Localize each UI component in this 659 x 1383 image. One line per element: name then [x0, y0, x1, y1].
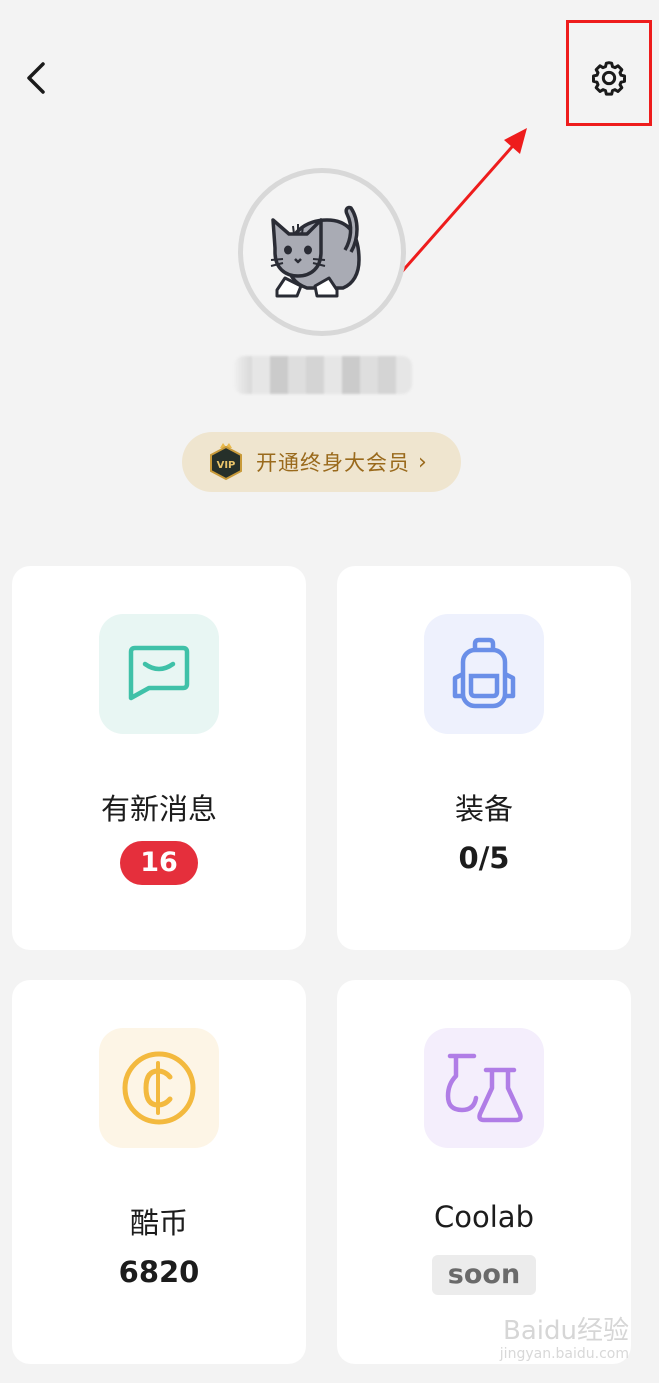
coin-icon	[122, 1051, 196, 1125]
backpack-icon-bg	[424, 614, 544, 734]
equipment-count: 0/5	[458, 841, 510, 875]
vip-badge-icon: VIP	[208, 442, 244, 482]
card-title: 有新消息	[100, 792, 217, 826]
avatar[interactable]	[238, 168, 406, 336]
watermark-logo: Baidu经验	[503, 1316, 629, 1346]
unread-count-badge: 16	[12, 841, 306, 885]
svg-text:VIP: VIP	[217, 460, 236, 471]
chevron-right-icon: ›	[418, 449, 427, 475]
coin-icon-bg	[99, 1028, 219, 1148]
message-icon	[128, 645, 190, 701]
annotation-highlight-box	[566, 20, 652, 126]
vip-label: 开通终身大会员	[256, 451, 410, 475]
card-title: 装备	[454, 792, 513, 826]
card-coolab[interactable]: Coolab soon	[337, 980, 631, 1364]
flask-icon	[445, 1053, 523, 1123]
message-icon-bg	[99, 614, 219, 734]
card-messages[interactable]: 有新消息 16	[12, 566, 306, 950]
card-coins[interactable]: 酷币 6820	[12, 980, 306, 1364]
vip-upgrade-button[interactable]: VIP 开通终身大会员 ›	[182, 432, 461, 492]
username-blurred	[234, 356, 412, 394]
card-title: Coolab	[434, 1200, 534, 1234]
card-title: 酷币	[129, 1206, 188, 1240]
cat-avatar-icon	[270, 205, 361, 298]
card-equipment[interactable]: 装备 0/5	[337, 566, 631, 950]
chevron-left-icon	[27, 62, 45, 94]
back-button[interactable]	[14, 56, 58, 100]
watermark-url: jingyan.baidu.com	[499, 1346, 629, 1362]
coming-soon-badge: soon	[337, 1255, 631, 1295]
coin-balance: 6820	[118, 1255, 200, 1289]
flask-icon-bg	[424, 1028, 544, 1148]
backpack-icon	[452, 637, 516, 709]
